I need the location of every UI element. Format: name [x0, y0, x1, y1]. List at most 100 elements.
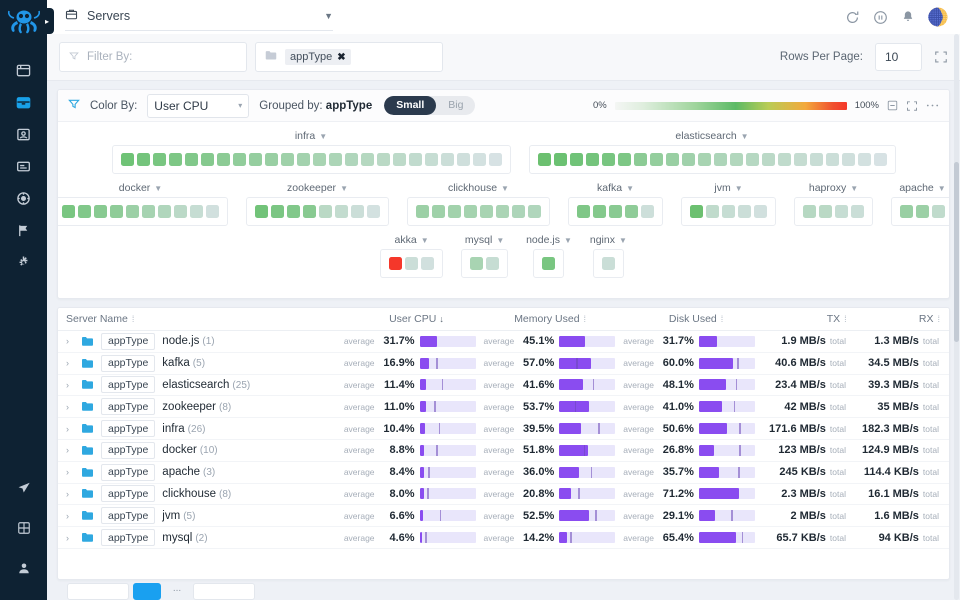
filter-icon[interactable]: ▼ [501, 184, 509, 193]
pagination-next[interactable] [193, 583, 255, 600]
treemap-tile[interactable] [313, 153, 326, 166]
column-resize-handle[interactable]: ⁞ [721, 314, 723, 324]
treemap-tile[interactable] [858, 153, 871, 166]
treemap-tile[interactable] [650, 153, 663, 166]
rail-expand-button[interactable]: ▸ [40, 8, 54, 34]
chevron-right-icon[interactable]: › [66, 511, 74, 521]
pause-icon[interactable] [873, 10, 888, 25]
treemap-tile[interactable] [78, 205, 91, 218]
expand-icon[interactable] [934, 50, 948, 64]
minimize-icon[interactable] [887, 100, 898, 111]
treemap-tile[interactable] [303, 205, 316, 218]
table-row[interactable]: ›appTypenode.js(1)average31.7%average45.… [58, 331, 949, 353]
column-header-disk-used[interactable]: Disk Used ⁞ [625, 313, 762, 325]
treemap-tile[interactable] [602, 153, 615, 166]
treemap-tile[interactable] [345, 153, 358, 166]
sidebar-item-apps[interactable] [0, 512, 47, 544]
apptype-tag[interactable]: appType [101, 442, 155, 459]
treemap-tile[interactable] [206, 205, 219, 218]
active-filters-box[interactable]: appType ✖ [255, 42, 443, 72]
pagination-prev[interactable] [67, 583, 129, 600]
treemap-tile[interactable] [361, 153, 374, 166]
table-row[interactable]: ›appTypedocker(10)average8.8%average51.8… [58, 440, 949, 462]
apptype-tag[interactable]: appType [101, 464, 155, 481]
treemap-tile[interactable] [706, 205, 719, 218]
treemap-tile[interactable] [425, 153, 438, 166]
rows-per-page-input[interactable]: 10 [875, 43, 922, 71]
pagination-page-current[interactable] [133, 583, 161, 600]
table-row[interactable]: ›appTypeelasticsearch(25)average11.4%ave… [58, 375, 949, 397]
page-scrollbar-thumb[interactable] [954, 162, 959, 342]
treemap-tile[interactable] [126, 205, 139, 218]
treemap-tile[interactable] [473, 153, 486, 166]
treemap-tile[interactable] [577, 205, 590, 218]
chevron-right-icon[interactable]: › [66, 358, 74, 368]
treemap-tile[interactable] [281, 153, 294, 166]
treemap-tile[interactable] [874, 153, 887, 166]
treemap-tile[interactable] [634, 153, 647, 166]
treemap-tile[interactable] [593, 205, 606, 218]
treemap-tile[interactable] [185, 153, 198, 166]
treemap-tile[interactable] [625, 205, 638, 218]
treemap-tile[interactable] [842, 153, 855, 166]
sidebar-item-servers[interactable] [0, 86, 47, 118]
chevron-right-icon[interactable]: › [66, 424, 74, 434]
treemap-tile[interactable] [538, 153, 551, 166]
table-row[interactable]: ›appTypeclickhouse(8)average8.0%average2… [58, 484, 949, 506]
apptype-tag[interactable]: appType [101, 420, 155, 437]
filter-icon[interactable]: ▼ [564, 236, 572, 245]
treemap-tile[interactable] [851, 205, 864, 218]
treemap-tile[interactable] [62, 205, 75, 218]
filter-chip-apptype[interactable]: appType ✖ [285, 49, 351, 65]
chevron-right-icon[interactable]: › [66, 402, 74, 412]
user-avatar[interactable] [928, 7, 948, 27]
treemap-tile[interactable] [470, 257, 483, 270]
refresh-icon[interactable] [845, 10, 860, 25]
table-row[interactable]: ›appTypejvm(5)average6.6%average52.5%ave… [58, 505, 949, 527]
treemap-tile[interactable] [351, 205, 364, 218]
column-header-memory-used[interactable]: Memory Used ⁞ [488, 313, 625, 325]
column-resize-handle[interactable]: ⁞ [584, 314, 586, 324]
context-selector[interactable]: Servers ▼ [65, 3, 333, 31]
treemap-tile[interactable] [265, 153, 278, 166]
table-row[interactable]: ›appTypezookeeper(8)average11.0%average5… [58, 396, 949, 418]
treemap-tile[interactable] [754, 205, 767, 218]
sidebar-item-send[interactable] [0, 472, 47, 504]
apptype-tag[interactable]: appType [101, 529, 155, 546]
treemap-tile[interactable] [554, 153, 567, 166]
treemap-tile[interactable] [690, 205, 703, 218]
filter-icon[interactable]: ▼ [741, 132, 749, 141]
chevron-right-icon[interactable]: › [66, 467, 74, 477]
filter-icon[interactable]: ▼ [850, 184, 858, 193]
chevron-right-icon[interactable]: › [66, 336, 74, 346]
page-scrollbar[interactable] [954, 34, 959, 600]
apptype-tag[interactable]: appType [101, 398, 155, 415]
chevron-right-icon[interactable]: › [66, 380, 74, 390]
sidebar-item-dashboards[interactable] [0, 54, 47, 86]
chevron-right-icon[interactable]: › [66, 445, 74, 455]
treemap-tile[interactable] [377, 153, 390, 166]
treemap-tile[interactable] [190, 205, 203, 218]
treemap-tile[interactable] [730, 153, 743, 166]
chevron-right-icon[interactable]: › [66, 533, 74, 543]
treemap-tile[interactable] [916, 205, 929, 218]
more-options-icon[interactable] [926, 103, 939, 108]
table-row[interactable]: ›appTypeapache(3)average8.4%average36.0%… [58, 462, 949, 484]
treemap-tile[interactable] [405, 257, 418, 270]
treemap-tile[interactable] [169, 153, 182, 166]
treemap-tile[interactable] [137, 153, 150, 166]
sidebar-item-containers[interactable] [0, 118, 47, 150]
treemap-tile[interactable] [722, 205, 735, 218]
treemap-tile[interactable] [762, 153, 775, 166]
table-row[interactable]: ›appTypemysql(2)average4.6%average14.2%a… [58, 527, 949, 549]
column-header-rx[interactable]: RX ⁞ [856, 313, 949, 325]
treemap-tile[interactable] [319, 205, 332, 218]
treemap-tile[interactable] [512, 205, 525, 218]
table-row[interactable]: ›appTypekafka(5)average16.9%average57.0%… [58, 353, 949, 375]
treemap-tile[interactable] [794, 153, 807, 166]
filter-icon[interactable]: ▼ [154, 184, 162, 193]
sidebar-item-flags[interactable] [0, 214, 47, 246]
filter-icon[interactable]: ▼ [619, 236, 627, 245]
treemap-tile[interactable] [271, 205, 284, 218]
treemap-tile[interactable] [153, 153, 166, 166]
